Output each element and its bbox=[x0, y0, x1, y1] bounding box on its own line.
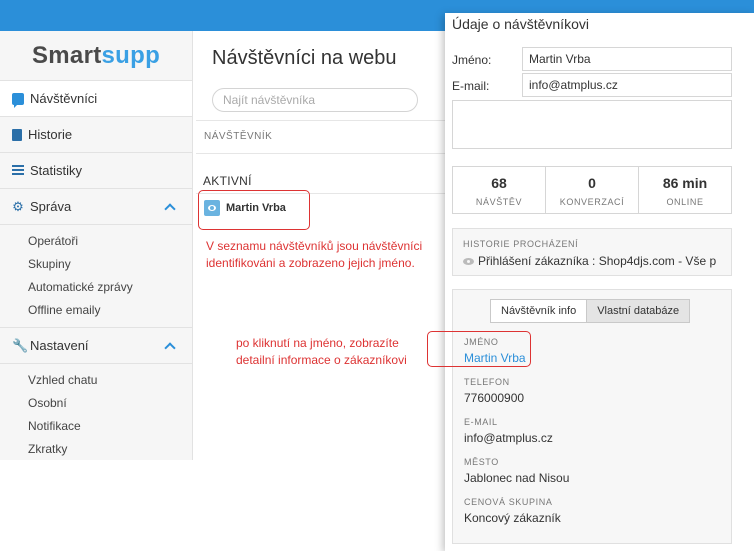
search-input[interactable]: Najít návštěvníka bbox=[212, 88, 418, 112]
submenu-item-osobni[interactable]: Osobní bbox=[0, 391, 192, 414]
submenu-item-offline-emaily[interactable]: Offline emaily bbox=[0, 298, 192, 321]
detail-value-price-group: Koncový zákazník bbox=[464, 511, 561, 525]
annotation-line: detailní informace o zákazníkovi bbox=[236, 353, 407, 367]
stats-icon bbox=[12, 164, 24, 177]
book-icon bbox=[12, 128, 22, 141]
panel-title: Údaje o návštěvníkovi bbox=[452, 16, 589, 32]
sidebar-item-statistiky[interactable]: Statistiky bbox=[0, 153, 192, 189]
history-item[interactable]: Přihlášení zákazníka : Shop4djs.com - Vš… bbox=[463, 254, 721, 268]
history-item-text: Přihlášení zákazníka : Shop4djs.com - Vš… bbox=[478, 254, 717, 268]
email-label: E-mail: bbox=[452, 79, 490, 93]
annotation-list-note: V seznamu návštěvníků jsou návštěvníci i… bbox=[206, 238, 422, 272]
note-textarea[interactable] bbox=[452, 100, 732, 149]
chevron-up-icon[interactable] bbox=[164, 201, 176, 213]
email-field[interactable]: info@atmplus.cz bbox=[522, 73, 732, 97]
nastaveni-submenu: Vzhled chatu Osobní Notifikace Zkratky bbox=[0, 364, 192, 466]
stat-visits: 68 NÁVŠTĚV bbox=[453, 167, 546, 213]
visitor-stats: 68 NÁVŠTĚV 0 KONVERZACÍ 86 min ONLINE bbox=[452, 166, 732, 214]
sidebar-item-navstevnici[interactable]: Návštěvníci bbox=[0, 81, 192, 117]
sidebar-item-label: Statistiky bbox=[30, 163, 83, 178]
detail-label-phone: TELEFON bbox=[464, 377, 510, 387]
column-header-visitor: NÁVŠTĚVNÍK bbox=[196, 120, 456, 154]
stat-value: 86 min bbox=[662, 175, 708, 191]
name-field[interactable]: Martin Vrba bbox=[522, 47, 732, 71]
stat-value: 0 bbox=[588, 175, 596, 191]
annotation-line: po kliknutí na jméno, zobrazíte bbox=[236, 336, 399, 350]
submenu-item-vzhled-chatu[interactable]: Vzhled chatu bbox=[0, 368, 192, 391]
submenu-item-skupiny[interactable]: Skupiny bbox=[0, 252, 192, 275]
sidebar-item-nastaveni[interactable]: 🔧 Nastavení bbox=[0, 328, 192, 364]
visitor-info-card: Návštěvník info Vlastní databáze JMÉNO M… bbox=[452, 289, 732, 544]
sidebar-item-label: Správa bbox=[30, 199, 72, 214]
logo-text-smart: Smart bbox=[31, 41, 102, 69]
submenu-item-notifikace[interactable]: Notifikace bbox=[0, 414, 192, 437]
chat-icon bbox=[12, 92, 24, 108]
name-label: Jméno: bbox=[452, 53, 492, 67]
stat-label: NÁVŠTĚV bbox=[475, 197, 523, 207]
detail-label-email: E-MAIL bbox=[464, 417, 498, 427]
eye-icon bbox=[463, 257, 474, 265]
smartsupp-logo[interactable]: Smart supp bbox=[0, 31, 192, 81]
detail-value-city: Jablonec nad Nisou bbox=[464, 471, 570, 485]
page-title: Návštěvníci na webu bbox=[212, 47, 397, 69]
sidebar: Smart supp Návštěvníci Historie Statistik… bbox=[0, 31, 193, 460]
highlight-visitor-row bbox=[198, 190, 310, 230]
tab-custom-database[interactable]: Vlastní databáze bbox=[587, 299, 691, 323]
gear-icon: ⚙ bbox=[12, 198, 24, 214]
visitor-details-panel: Údaje o návštěvníkovi Jméno: Martin Vrba… bbox=[445, 13, 754, 551]
submenu-item-zkratky[interactable]: Zkratky bbox=[0, 437, 192, 460]
browsing-history: HISTORIE PROCHÁZENÍ Přihlášení zákazníka… bbox=[452, 228, 732, 276]
annotation-line: identifikováni a zobrazeno jejich jméno. bbox=[206, 256, 415, 270]
annotation-line: V seznamu návštěvníků jsou návštěvníci bbox=[206, 239, 423, 253]
sidebar-item-label: Návštěvníci bbox=[30, 91, 98, 106]
sidebar-item-label: Nastavení bbox=[30, 338, 89, 353]
wrench-icon: 🔧 bbox=[12, 337, 29, 353]
detail-label-city: MĚSTO bbox=[464, 457, 499, 467]
info-tabs: Návštěvník info Vlastní databáze bbox=[490, 299, 691, 323]
sidebar-item-sprava[interactable]: ⚙ Správa bbox=[0, 189, 192, 225]
stat-value: 68 bbox=[491, 175, 507, 191]
detail-value-phone: 776000900 bbox=[464, 391, 525, 405]
chevron-up-icon[interactable] bbox=[164, 340, 176, 352]
section-label-active: AKTIVNÍ bbox=[203, 174, 252, 188]
sidebar-item-label: Historie bbox=[28, 127, 73, 142]
tab-visitor-info[interactable]: Návštěvník info bbox=[490, 299, 588, 323]
history-heading: HISTORIE PROCHÁZENÍ bbox=[463, 239, 579, 249]
detail-label-price-group: CENOVÁ SKUPINA bbox=[464, 497, 553, 507]
stat-online: 86 min ONLINE bbox=[639, 167, 731, 213]
submenu-item-automaticke-zpravy[interactable]: Automatické zprávy bbox=[0, 275, 192, 298]
submenu-item-operatori[interactable]: Operátoři bbox=[0, 229, 192, 252]
highlight-name-field bbox=[427, 331, 531, 367]
app-window: Smart supp Návštěvníci Historie Statistik… bbox=[0, 0, 754, 551]
stat-label: KONVERZACÍ bbox=[559, 197, 625, 207]
sidebar-item-historie[interactable]: Historie bbox=[0, 117, 192, 153]
annotation-click-note: po kliknutí na jméno, zobrazíte detailní… bbox=[236, 335, 407, 369]
logo-text-supp: supp bbox=[101, 41, 161, 69]
sprava-submenu: Operátoři Skupiny Automatické zprávy Off… bbox=[0, 225, 192, 328]
detail-value-email: info@atmplus.cz bbox=[464, 431, 553, 445]
stat-conversations: 0 KONVERZACÍ bbox=[546, 167, 639, 213]
stat-label: ONLINE bbox=[666, 197, 704, 207]
